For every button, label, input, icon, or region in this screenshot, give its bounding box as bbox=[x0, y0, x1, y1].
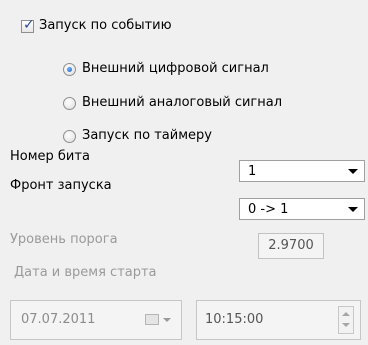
checkmark-icon: ✓ bbox=[23, 17, 35, 33]
start-date-picker: 07.07.2011 bbox=[10, 300, 182, 340]
radio-external-analog-label: Внешний аналоговый сигнал bbox=[82, 95, 283, 110]
calendar-icon bbox=[145, 314, 159, 325]
trigger-edge-dropdown[interactable]: 0 -> 1 bbox=[239, 198, 365, 220]
start-datetime-label: Дата и время старта bbox=[14, 265, 157, 280]
radio-external-digital[interactable]: Внешний цифровой сигнал bbox=[63, 61, 323, 77]
start-date-value: 07.07.2011 bbox=[21, 312, 96, 327]
radio-button-selected[interactable] bbox=[63, 63, 76, 76]
bit-number-label: Номер бита bbox=[10, 149, 90, 164]
radio-button[interactable] bbox=[63, 130, 76, 143]
start-time-value: 10:15:00 bbox=[205, 312, 264, 327]
radio-dot-icon bbox=[67, 67, 72, 72]
start-time-field: 10:15:00 bbox=[196, 300, 361, 340]
chevron-down-icon[interactable] bbox=[348, 207, 358, 212]
threshold-field: 2.9700 bbox=[258, 233, 324, 259]
threshold-label: Уровень порога bbox=[10, 232, 118, 247]
checkbox-box[interactable]: ✓ bbox=[21, 17, 35, 33]
trigger-by-event-label: Запуск по событию bbox=[39, 18, 172, 33]
radio-timer-label: Запуск по таймеру bbox=[82, 128, 212, 143]
trigger-settings-panel: ✓ Запуск по событию Внешний цифровой сиг… bbox=[0, 0, 368, 345]
spinner-down-icon bbox=[342, 323, 350, 327]
bit-number-value: 1 bbox=[248, 164, 257, 179]
bit-number-dropdown[interactable]: 1 bbox=[239, 160, 365, 182]
threshold-value: 2.9700 bbox=[268, 238, 314, 253]
trigger-edge-value: 0 -> 1 bbox=[248, 202, 289, 217]
chevron-down-icon bbox=[163, 318, 171, 322]
radio-external-analog[interactable]: Внешний аналоговый сигнал bbox=[63, 95, 343, 111]
time-spinner bbox=[338, 306, 354, 334]
trigger-edge-label: Фронт запуска bbox=[10, 178, 112, 193]
chevron-down-icon[interactable] bbox=[348, 169, 358, 174]
radio-timer[interactable]: Запуск по таймеру bbox=[63, 128, 263, 144]
radio-external-digital-label: Внешний цифровой сигнал bbox=[82, 61, 269, 76]
radio-button[interactable] bbox=[63, 97, 76, 110]
trigger-by-event-checkbox[interactable]: ✓ Запуск по событию bbox=[21, 17, 221, 34]
spinner-up-icon bbox=[342, 312, 350, 316]
